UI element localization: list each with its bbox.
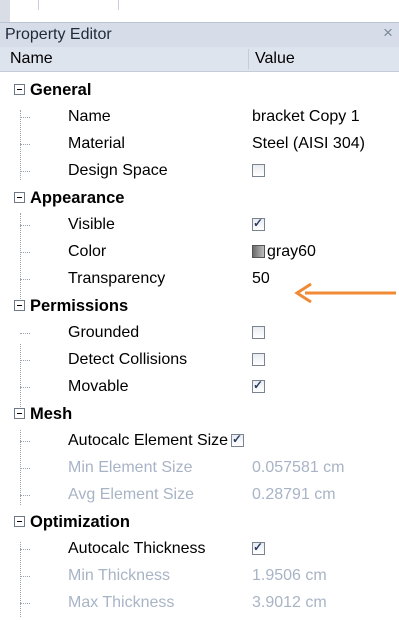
- collapse-icon[interactable]: [14, 84, 25, 95]
- property-label: Color: [68, 243, 107, 260]
- category-general[interactable]: General: [0, 77, 399, 103]
- column-separator[interactable]: [248, 49, 249, 69]
- property-label: Autocalc Element Size: [68, 432, 229, 449]
- property-row-material[interactable]: Material Steel (AISI 304): [0, 131, 399, 157]
- category-label: Optimization: [30, 513, 130, 531]
- top-strip-tick: [38, 0, 39, 10]
- category-optimization[interactable]: Optimization: [0, 509, 399, 535]
- panel-titlebar: Property Editor ×: [0, 22, 399, 47]
- category-label: Mesh: [30, 405, 73, 423]
- top-strip: [0, 0, 399, 22]
- annotation-arrow-icon: [294, 282, 396, 304]
- movable-checkbox[interactable]: ✓: [252, 378, 265, 393]
- collapse-icon[interactable]: [14, 408, 25, 419]
- category-label: Permissions: [30, 297, 129, 315]
- property-label: Min Element Size: [68, 459, 193, 476]
- property-label: Visible: [68, 216, 115, 233]
- check-icon: ✓: [253, 216, 264, 230]
- check-icon: ✓: [253, 540, 264, 554]
- top-strip-tick: [118, 0, 119, 10]
- property-label: Movable: [68, 378, 129, 395]
- collapse-icon[interactable]: [14, 516, 25, 527]
- category-mesh[interactable]: Mesh: [0, 401, 399, 427]
- min-thickness-value: 1.9506 cm: [252, 567, 327, 584]
- property-label: Avg Element Size: [68, 486, 194, 503]
- detect-collisions-checkbox[interactable]: [252, 353, 265, 366]
- column-header-name[interactable]: Name: [10, 50, 53, 68]
- property-row-autocalc-thickness[interactable]: Autocalc Thickness ✓: [0, 536, 399, 562]
- property-label: Transparency: [68, 270, 166, 287]
- category-label: General: [30, 81, 92, 99]
- max-thickness-value: 3.9012 cm: [252, 594, 327, 611]
- property-label: Max Thickness: [68, 594, 175, 611]
- transparency-value[interactable]: 50: [252, 270, 270, 288]
- property-label: Detect Collisions: [68, 351, 188, 368]
- name-value[interactable]: bracket Copy 1: [252, 108, 360, 126]
- avg-element-size-value: 0.28791 cm: [252, 486, 336, 503]
- property-label: Design Space: [68, 162, 168, 179]
- property-label: Name: [68, 108, 111, 125]
- check-icon: ✓: [253, 378, 264, 392]
- visible-checkbox[interactable]: ✓: [252, 216, 265, 231]
- color-value[interactable]: gray60: [252, 243, 316, 261]
- property-label: Material: [68, 135, 125, 152]
- column-header-value[interactable]: Value: [255, 50, 295, 68]
- property-row-min-thickness: Min Thickness 1.9506 cm: [0, 563, 399, 589]
- autocalc-element-size-checkbox[interactable]: ✓: [231, 432, 244, 447]
- collapse-icon[interactable]: [14, 192, 25, 203]
- autocalc-thickness-checkbox[interactable]: ✓: [252, 540, 265, 555]
- property-editor-panel: Property Editor × Name Value General Nam…: [0, 22, 399, 620]
- check-icon: ✓: [232, 432, 243, 446]
- property-row-visible[interactable]: Visible ✓: [0, 212, 399, 238]
- property-label: Min Thickness: [68, 567, 170, 584]
- category-label: Appearance: [30, 189, 125, 207]
- collapse-icon[interactable]: [14, 300, 25, 311]
- property-label: Autocalc Thickness: [68, 540, 206, 557]
- color-swatch-icon: [252, 245, 265, 258]
- property-row-avg-element-size: Avg Element Size 0.28791 cm: [0, 482, 399, 508]
- category-appearance[interactable]: Appearance: [0, 185, 399, 211]
- top-strip-edge: [0, 0, 10, 22]
- close-icon[interactable]: ×: [383, 23, 393, 43]
- property-row-detect-collisions[interactable]: Detect Collisions: [0, 347, 399, 373]
- property-label: Grounded: [68, 324, 140, 341]
- color-name: gray60: [267, 243, 316, 260]
- design-space-checkbox[interactable]: [252, 164, 265, 177]
- min-element-size-value: 0.057581 cm: [252, 459, 345, 476]
- property-row-grounded[interactable]: Grounded: [0, 320, 399, 346]
- property-row-min-element-size: Min Element Size 0.057581 cm: [0, 455, 399, 481]
- property-row-autocalc-element-size[interactable]: Autocalc Element Size ✓: [0, 428, 399, 454]
- property-row-design-space[interactable]: Design Space: [0, 158, 399, 184]
- property-row-movable[interactable]: Movable ✓: [0, 374, 399, 400]
- material-value[interactable]: Steel (AISI 304): [252, 135, 365, 153]
- property-row-name[interactable]: Name bracket Copy 1: [0, 104, 399, 130]
- panel-title: Property Editor: [5, 26, 112, 43]
- grounded-checkbox[interactable]: [252, 326, 265, 339]
- column-header: Name Value: [0, 47, 399, 72]
- property-row-max-thickness: Max Thickness 3.9012 cm: [0, 590, 399, 616]
- property-row-color[interactable]: Color gray60: [0, 239, 399, 265]
